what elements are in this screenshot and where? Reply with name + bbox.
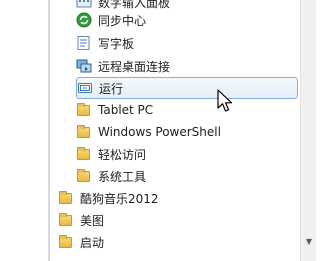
scroll-down-arrow-icon[interactable]: ▼ bbox=[301, 235, 317, 249]
menu-item-startup[interactable]: 启动 bbox=[58, 231, 296, 253]
menu-item-label: 系统工具 bbox=[98, 169, 147, 184]
run-icon bbox=[77, 80, 93, 96]
menu-item-label: 酷狗音乐2012 bbox=[80, 191, 159, 206]
menu-item-meitu[interactable]: 美图 bbox=[58, 209, 296, 231]
folder-icon bbox=[58, 212, 74, 228]
folder-icon bbox=[58, 234, 74, 250]
menu-item-accessibility[interactable]: 轻松访问 bbox=[76, 143, 296, 165]
folder-icon bbox=[76, 124, 92, 140]
menu-item-label: 运行 bbox=[99, 81, 124, 96]
menu-item-windows-powershell[interactable]: Windows PowerShell bbox=[76, 121, 296, 143]
menu-item-label: 远程桌面连接 bbox=[98, 59, 171, 74]
vertical-scrollbar[interactable]: ▼ bbox=[300, 0, 316, 261]
menu-item-label: 美图 bbox=[80, 213, 105, 228]
wordpad-icon bbox=[76, 35, 92, 51]
menu-item-kugou-music[interactable]: 酷狗音乐2012 bbox=[58, 187, 296, 209]
menu-item-label: Tablet PC bbox=[98, 103, 154, 117]
start-menu-programs: 数字输入面板 同步中心 写字板 远程桌面连接 运行 Tablet PC Wind… bbox=[0, 0, 316, 261]
programs-list: 数字输入面板 同步中心 写字板 远程桌面连接 运行 Tablet PC Wind… bbox=[50, 0, 300, 261]
remote-desktop-icon bbox=[76, 58, 92, 74]
menu-item-wordpad[interactable]: 写字板 bbox=[76, 32, 296, 54]
folder-icon bbox=[58, 190, 74, 206]
menu-item-label: 轻松访问 bbox=[98, 147, 147, 162]
menu-item-run[interactable]: 运行 bbox=[76, 77, 298, 99]
menu-item-label: 同步中心 bbox=[98, 13, 147, 28]
menu-item-system-tools[interactable]: 系统工具 bbox=[76, 165, 296, 187]
menu-item-remote-desktop[interactable]: 远程桌面连接 bbox=[76, 55, 296, 77]
folder-icon bbox=[76, 168, 92, 184]
menu-item-tablet-pc[interactable]: Tablet PC bbox=[76, 99, 296, 121]
menu-item-label: 启动 bbox=[80, 235, 105, 250]
folder-icon bbox=[76, 102, 92, 118]
menu-item-sync-center[interactable]: 同步中心 bbox=[76, 9, 296, 31]
sync-center-icon bbox=[76, 12, 92, 28]
mouse-pointer-icon bbox=[216, 89, 236, 115]
folder-icon bbox=[76, 146, 92, 162]
menu-item-label: Windows PowerShell bbox=[98, 125, 221, 139]
menu-item-label: 写字板 bbox=[98, 36, 135, 51]
